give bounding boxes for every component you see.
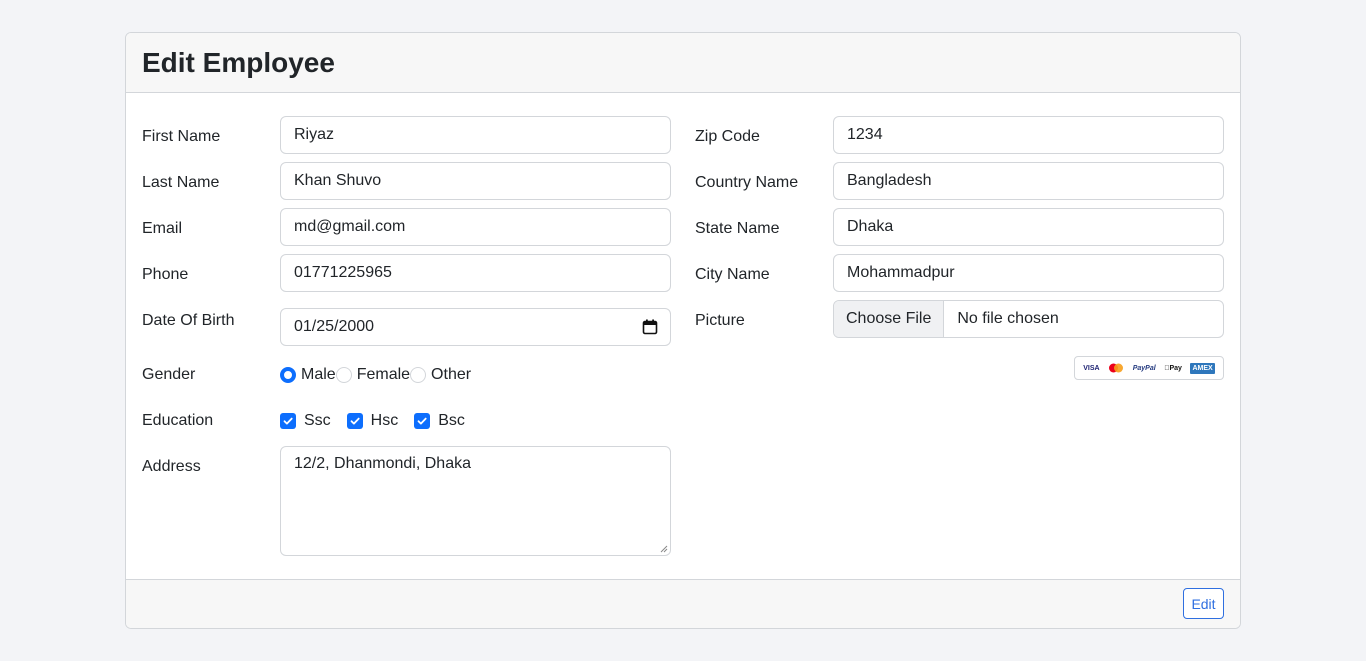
- last-name-label: Last Name: [142, 174, 220, 191]
- education-hsc-option[interactable]: Hsc: [346, 412, 399, 430]
- picture-label: Picture: [695, 312, 745, 329]
- address-textarea[interactable]: 12/2, Dhanmondi, Dhaka: [280, 446, 671, 556]
- mastercard-circles: [1109, 363, 1124, 373]
- education-bsc-option[interactable]: Bsc: [414, 412, 465, 430]
- payment-methods-badge: VISA PayPal Pay AMEX: [1074, 356, 1224, 380]
- gender-other-radio[interactable]: [410, 367, 427, 383]
- education-ssc-label: Ssc: [304, 412, 331, 429]
- last-name-input[interactable]: Khan Shuvo: [280, 162, 671, 200]
- dob-label: Date Of Birth: [142, 312, 235, 329]
- education-hsc-label: Hsc: [370, 412, 399, 429]
- file-status-text: No file chosen: [957, 310, 1059, 327]
- check-icon: [283, 417, 293, 425]
- address-label: Address: [142, 458, 201, 475]
- gender-label: Gender: [142, 366, 196, 383]
- state-label: State Name: [695, 220, 780, 237]
- zip-input[interactable]: 1234: [833, 116, 1224, 154]
- city-label: City Name: [695, 266, 770, 283]
- first-name-input[interactable]: Riyaz: [280, 116, 671, 154]
- gender-female-label: Female: [356, 366, 411, 383]
- page-title: Edit Employee: [142, 46, 335, 78]
- visa-icon: VISA: [1083, 364, 1100, 372]
- country-value: Bangladesh: [847, 172, 932, 189]
- first-name-label: First Name: [142, 128, 221, 145]
- zip-label: Zip Code: [695, 128, 760, 145]
- gender-male-radio[interactable]: [280, 367, 296, 383]
- state-value: Dhaka: [847, 218, 894, 235]
- mastercard-icon: [1108, 363, 1124, 373]
- city-input[interactable]: Mohammadpur: [833, 254, 1224, 292]
- check-icon: [417, 417, 427, 425]
- check-icon: [350, 417, 360, 425]
- education-label: Education: [142, 412, 214, 429]
- card-footer: Edit: [126, 579, 1240, 628]
- edit-button[interactable]: Edit: [1183, 588, 1224, 619]
- email-label: Email: [142, 220, 183, 237]
- paypal-icon: PayPal: [1132, 364, 1156, 372]
- form-body: First Name Riyaz Last Name Khan Shuvo Em…: [126, 93, 1240, 581]
- country-input[interactable]: Bangladesh: [833, 162, 1224, 200]
- picture-file-input[interactable]: Choose File No file chosen: [833, 300, 1224, 338]
- resize-grip-icon[interactable]: [658, 543, 668, 553]
- education-hsc-checkbox[interactable]: [346, 413, 363, 429]
- phone-label: Phone: [142, 266, 189, 283]
- first-name-value: Riyaz: [294, 126, 335, 143]
- last-name-value: Khan Shuvo: [294, 172, 382, 189]
- email-input[interactable]: md@gmail.com: [280, 208, 671, 246]
- phone-input[interactable]: 01771225965: [280, 254, 671, 292]
- apple-pay-icon: Pay: [1164, 365, 1182, 372]
- dob-input[interactable]: 01/25/2000: [280, 308, 671, 346]
- education-ssc-option[interactable]: Ssc: [280, 412, 331, 430]
- city-value: Mohammadpur: [847, 264, 955, 281]
- education-bsc-checkbox[interactable]: [414, 413, 431, 429]
- gender-female-option[interactable]: Female: [335, 366, 411, 384]
- gender-other-label: Other: [431, 366, 472, 383]
- education-bsc-label: Bsc: [438, 412, 465, 429]
- choose-file-button[interactable]: Choose File: [834, 301, 945, 337]
- apple-pay-label: Pay: [1167, 364, 1181, 372]
- calendar-icon[interactable]: [642, 319, 658, 335]
- zip-value: 1234: [847, 126, 883, 143]
- gender-male-label: Male: [301, 366, 336, 383]
- gender-female-radio[interactable]: [335, 367, 352, 383]
- gender-radio-group: Male Female Other: [280, 366, 471, 384]
- dob-value: 01/25/2000: [294, 318, 375, 335]
- amex-icon: AMEX: [1190, 362, 1215, 374]
- edit-employee-card: Edit Employee First Name Riyaz Last Name…: [125, 32, 1241, 629]
- address-value: 12/2, Dhanmondi, Dhaka: [294, 455, 471, 472]
- gender-male-option[interactable]: Male: [280, 366, 336, 384]
- education-ssc-checkbox[interactable]: [280, 413, 296, 429]
- card-header: Edit Employee: [126, 33, 1240, 93]
- education-checkbox-group: Ssc Hsc Bsc: [280, 412, 481, 430]
- email-value: md@gmail.com: [294, 218, 406, 235]
- phone-value: 01771225965: [294, 264, 392, 281]
- state-input[interactable]: Dhaka: [833, 208, 1224, 246]
- gender-other-option[interactable]: Other: [410, 366, 471, 384]
- country-label: Country Name: [695, 174, 799, 191]
